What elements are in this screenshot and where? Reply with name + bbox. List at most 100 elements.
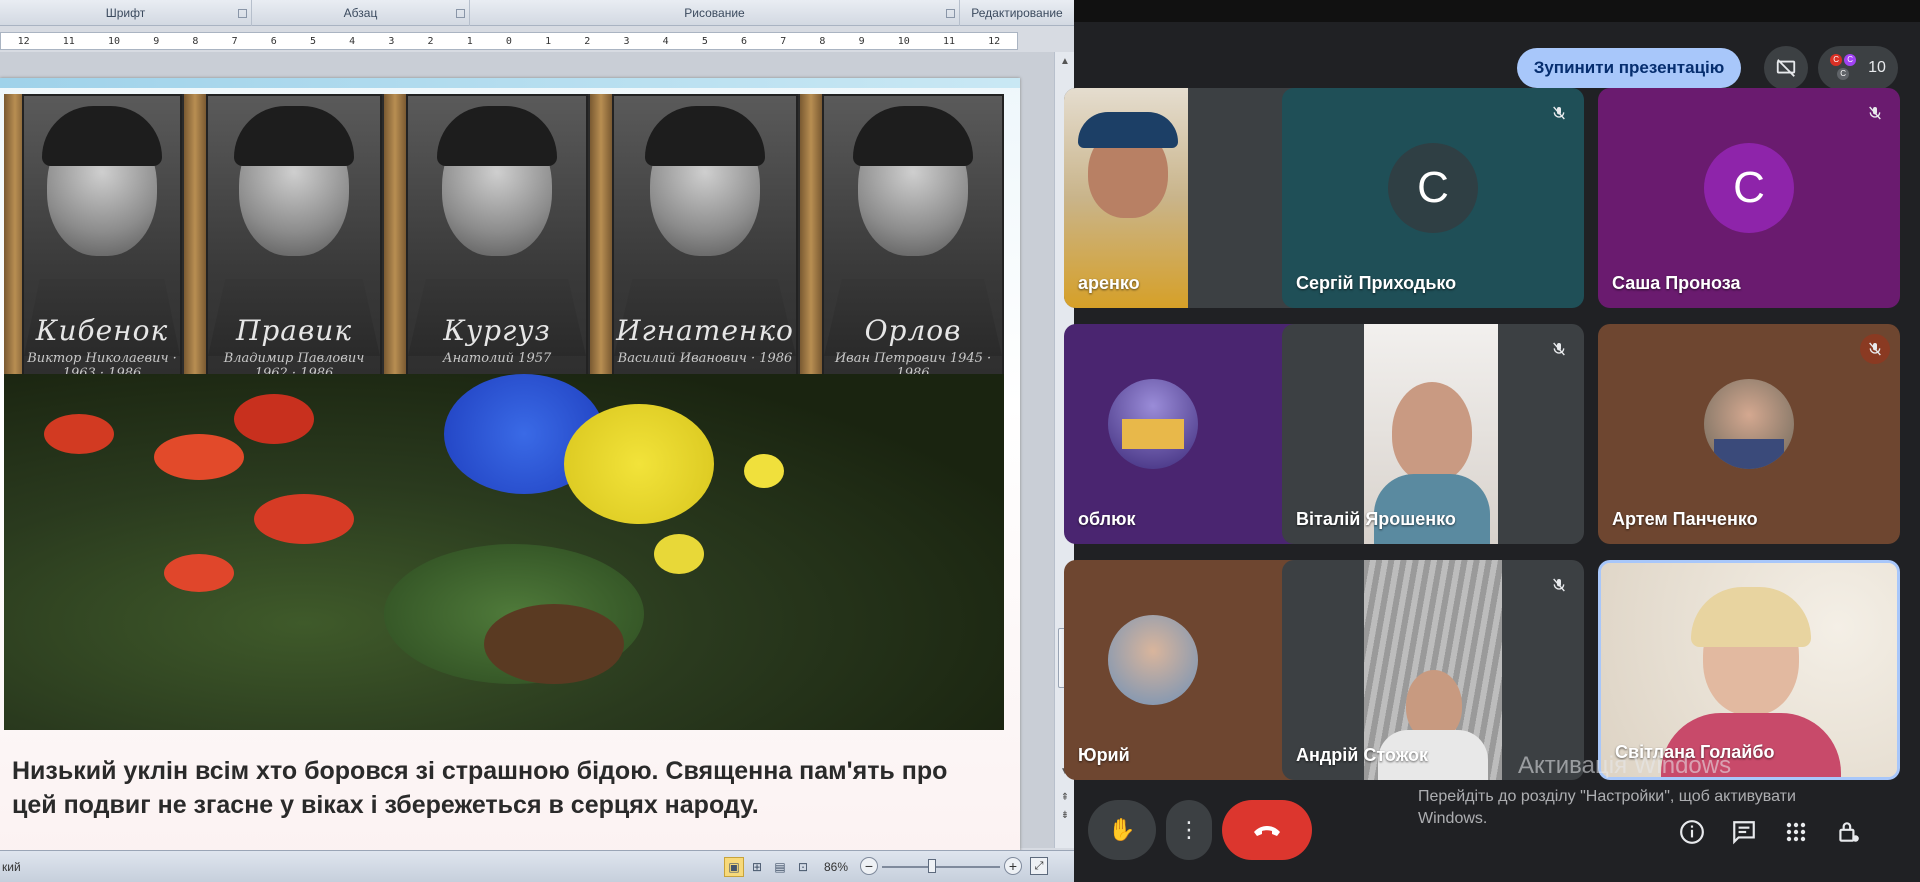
ribbon-group-editing: Редактирование: [960, 0, 1074, 26]
red-tulip: [254, 494, 354, 544]
granite-strip: [800, 94, 822, 384]
ruler-tick-label: 2: [427, 35, 434, 47]
participant-tile-active-speaker[interactable]: Світлана Голайбо: [1598, 560, 1900, 780]
participant-name: аренко: [1078, 273, 1140, 293]
participants-button[interactable]: С С С 10: [1818, 46, 1898, 90]
plaque-name: Правик: [235, 314, 353, 347]
face-shape: [1392, 382, 1472, 482]
granite-strip: [384, 94, 406, 384]
ruler-tick-label: 11: [62, 35, 75, 47]
participant-name: Віталій Ярошенко: [1296, 509, 1456, 529]
muted-mic-icon: [1544, 334, 1574, 364]
ruler-tick-label: 1: [466, 35, 473, 47]
stop-presenting-button[interactable]: Зупинити презентацію: [1517, 48, 1741, 88]
ruler-tick-label: 12: [17, 35, 30, 47]
raise-hand-icon[interactable]: ✋: [1088, 800, 1156, 860]
yellow-rose: [654, 534, 704, 574]
participant-name: Артем Панченко: [1612, 509, 1758, 529]
reading-view-icon[interactable]: ▤: [770, 857, 790, 877]
ribbon-group-paragraph-label: Абзац: [343, 6, 378, 20]
fit-to-window-icon[interactable]: ⤢: [1030, 857, 1048, 875]
dialog-launcher-icon[interactable]: [456, 9, 465, 18]
slide-sorter-icon[interactable]: ⊞: [747, 857, 767, 877]
ruler-tick-label: 8: [192, 35, 199, 47]
plaque-name: Орлов: [864, 314, 962, 347]
ruler-tick-label: 8: [819, 35, 826, 47]
participant-name: облюк: [1078, 509, 1136, 529]
muted-mic-icon: [1860, 334, 1890, 364]
language-indicator[interactable]: кий: [2, 860, 21, 874]
ruler-tick-label: 6: [741, 35, 748, 47]
slide-show-icon[interactable]: ⊡: [793, 857, 813, 877]
plaque-1: Кибенок Виктор Николаевич · 1963 · 1986: [22, 94, 182, 384]
horizontal-ruler[interactable]: 12 11 10 9 8 7 6 5 4 3 2 1 0 1 2 3 4 5 6 7 8 9 10 11 12: [0, 32, 1018, 50]
previous-slide-icon[interactable]: ⇞: [1059, 792, 1071, 804]
zoom-level[interactable]: 86%: [824, 860, 848, 874]
caption-line-1: Низький уклін всім хто боровся зі страшн…: [12, 757, 948, 785]
participant-tile[interactable]: С Сергій Приходько: [1282, 88, 1584, 308]
plaque-name: Кибенок: [35, 314, 169, 347]
slide-top-band: [0, 78, 1020, 88]
chat-icon[interactable]: [1728, 816, 1760, 848]
plaque-2: Правик Владимир Павлович 1962 · 1986: [206, 94, 382, 384]
next-slide-icon[interactable]: ⇟: [1059, 810, 1071, 822]
info-icon[interactable]: [1676, 816, 1708, 848]
powerpoint-window: Шрифт Абзац Рисование Редактирование 12 1…: [0, 0, 1074, 882]
avatar: [1108, 615, 1198, 705]
muted-mic-icon: [1860, 98, 1890, 128]
muted-mic-icon: [1544, 570, 1574, 600]
view-buttons: ▣ ⊞ ▤ ⊡: [724, 857, 813, 877]
hide-presentation-icon[interactable]: [1764, 46, 1808, 90]
host-controls-lock-icon[interactable]: [1832, 816, 1864, 848]
shirt-shape: [1714, 439, 1784, 469]
participant-tile[interactable]: Андрій Стожок: [1282, 560, 1584, 780]
participant-name: Саша Проноза: [1612, 273, 1741, 293]
portrait-hair: [234, 106, 354, 166]
slide-caption[interactable]: Низький уклін всім хто боровся зі страшн…: [12, 754, 1002, 822]
participant-name: Сергій Приходько: [1296, 273, 1457, 293]
ribbon-group-font: Шрифт: [0, 0, 252, 26]
ruler-tick-label: 9: [858, 35, 865, 47]
dialog-launcher-icon[interactable]: [238, 9, 247, 18]
avatar: [1704, 379, 1794, 469]
hair-shape: [1691, 587, 1811, 647]
meeting-top-strip: [1074, 0, 1920, 22]
avatar: [1108, 379, 1198, 469]
red-tulip: [234, 394, 314, 444]
normal-view-icon[interactable]: ▣: [724, 857, 744, 877]
ribbon-group-paragraph: Абзац: [252, 0, 470, 26]
meeting-controls: ✋ ⋮: [1074, 790, 1920, 870]
ribbon-group-labels: Шрифт Абзац Рисование Редактирование: [0, 0, 1074, 26]
zoom-out-icon[interactable]: −: [860, 857, 878, 875]
scroll-up-arrow-icon[interactable]: ▲: [1059, 56, 1071, 68]
ruler-tick-label: 9: [153, 35, 160, 47]
ruler-tick-label: 10: [897, 35, 910, 47]
slide[interactable]: Кибенок Виктор Николаевич · 1963 · 1986 …: [0, 78, 1020, 882]
zoom-in-icon[interactable]: +: [1004, 857, 1022, 875]
participant-tile[interactable]: Артем Панченко: [1598, 324, 1900, 544]
ribbon-group-editing-label: Редактирование: [971, 6, 1063, 20]
activities-grid-icon[interactable]: [1780, 816, 1812, 848]
memorial-photo[interactable]: Кибенок Виктор Николаевич · 1963 · 1986 …: [4, 94, 1004, 730]
plaque-dates: Василий Иванович · 1986: [617, 351, 793, 366]
plaque-3: Кургуз Анатолий 1957: [406, 94, 588, 384]
muted-mic-icon: [1544, 98, 1574, 128]
granite-strip: [184, 94, 206, 384]
ruler-tick-label: 2: [584, 35, 591, 47]
zoom-slider-thumb[interactable]: [928, 859, 936, 873]
ruler-tick-label: 3: [623, 35, 630, 47]
ruler-tick-label: 1: [545, 35, 552, 47]
ruler-tick-label: 12: [988, 35, 1001, 47]
dialog-launcher-icon[interactable]: [946, 9, 955, 18]
more-options-icon[interactable]: ⋮: [1166, 800, 1212, 860]
red-tulip: [164, 554, 234, 592]
zoom-slider-track[interactable]: [882, 866, 1000, 868]
participant-tile[interactable]: Віталій Ярошенко: [1282, 324, 1584, 544]
granite-strip: [590, 94, 612, 384]
ruler-tick-label: 5: [701, 35, 708, 47]
participant-tile[interactable]: С Саша Проноза: [1598, 88, 1900, 308]
ruler-tick-label: 3: [388, 35, 395, 47]
end-call-button[interactable]: [1222, 800, 1312, 860]
ruler-tick-label: 4: [349, 35, 356, 47]
portrait-hair: [853, 106, 973, 166]
